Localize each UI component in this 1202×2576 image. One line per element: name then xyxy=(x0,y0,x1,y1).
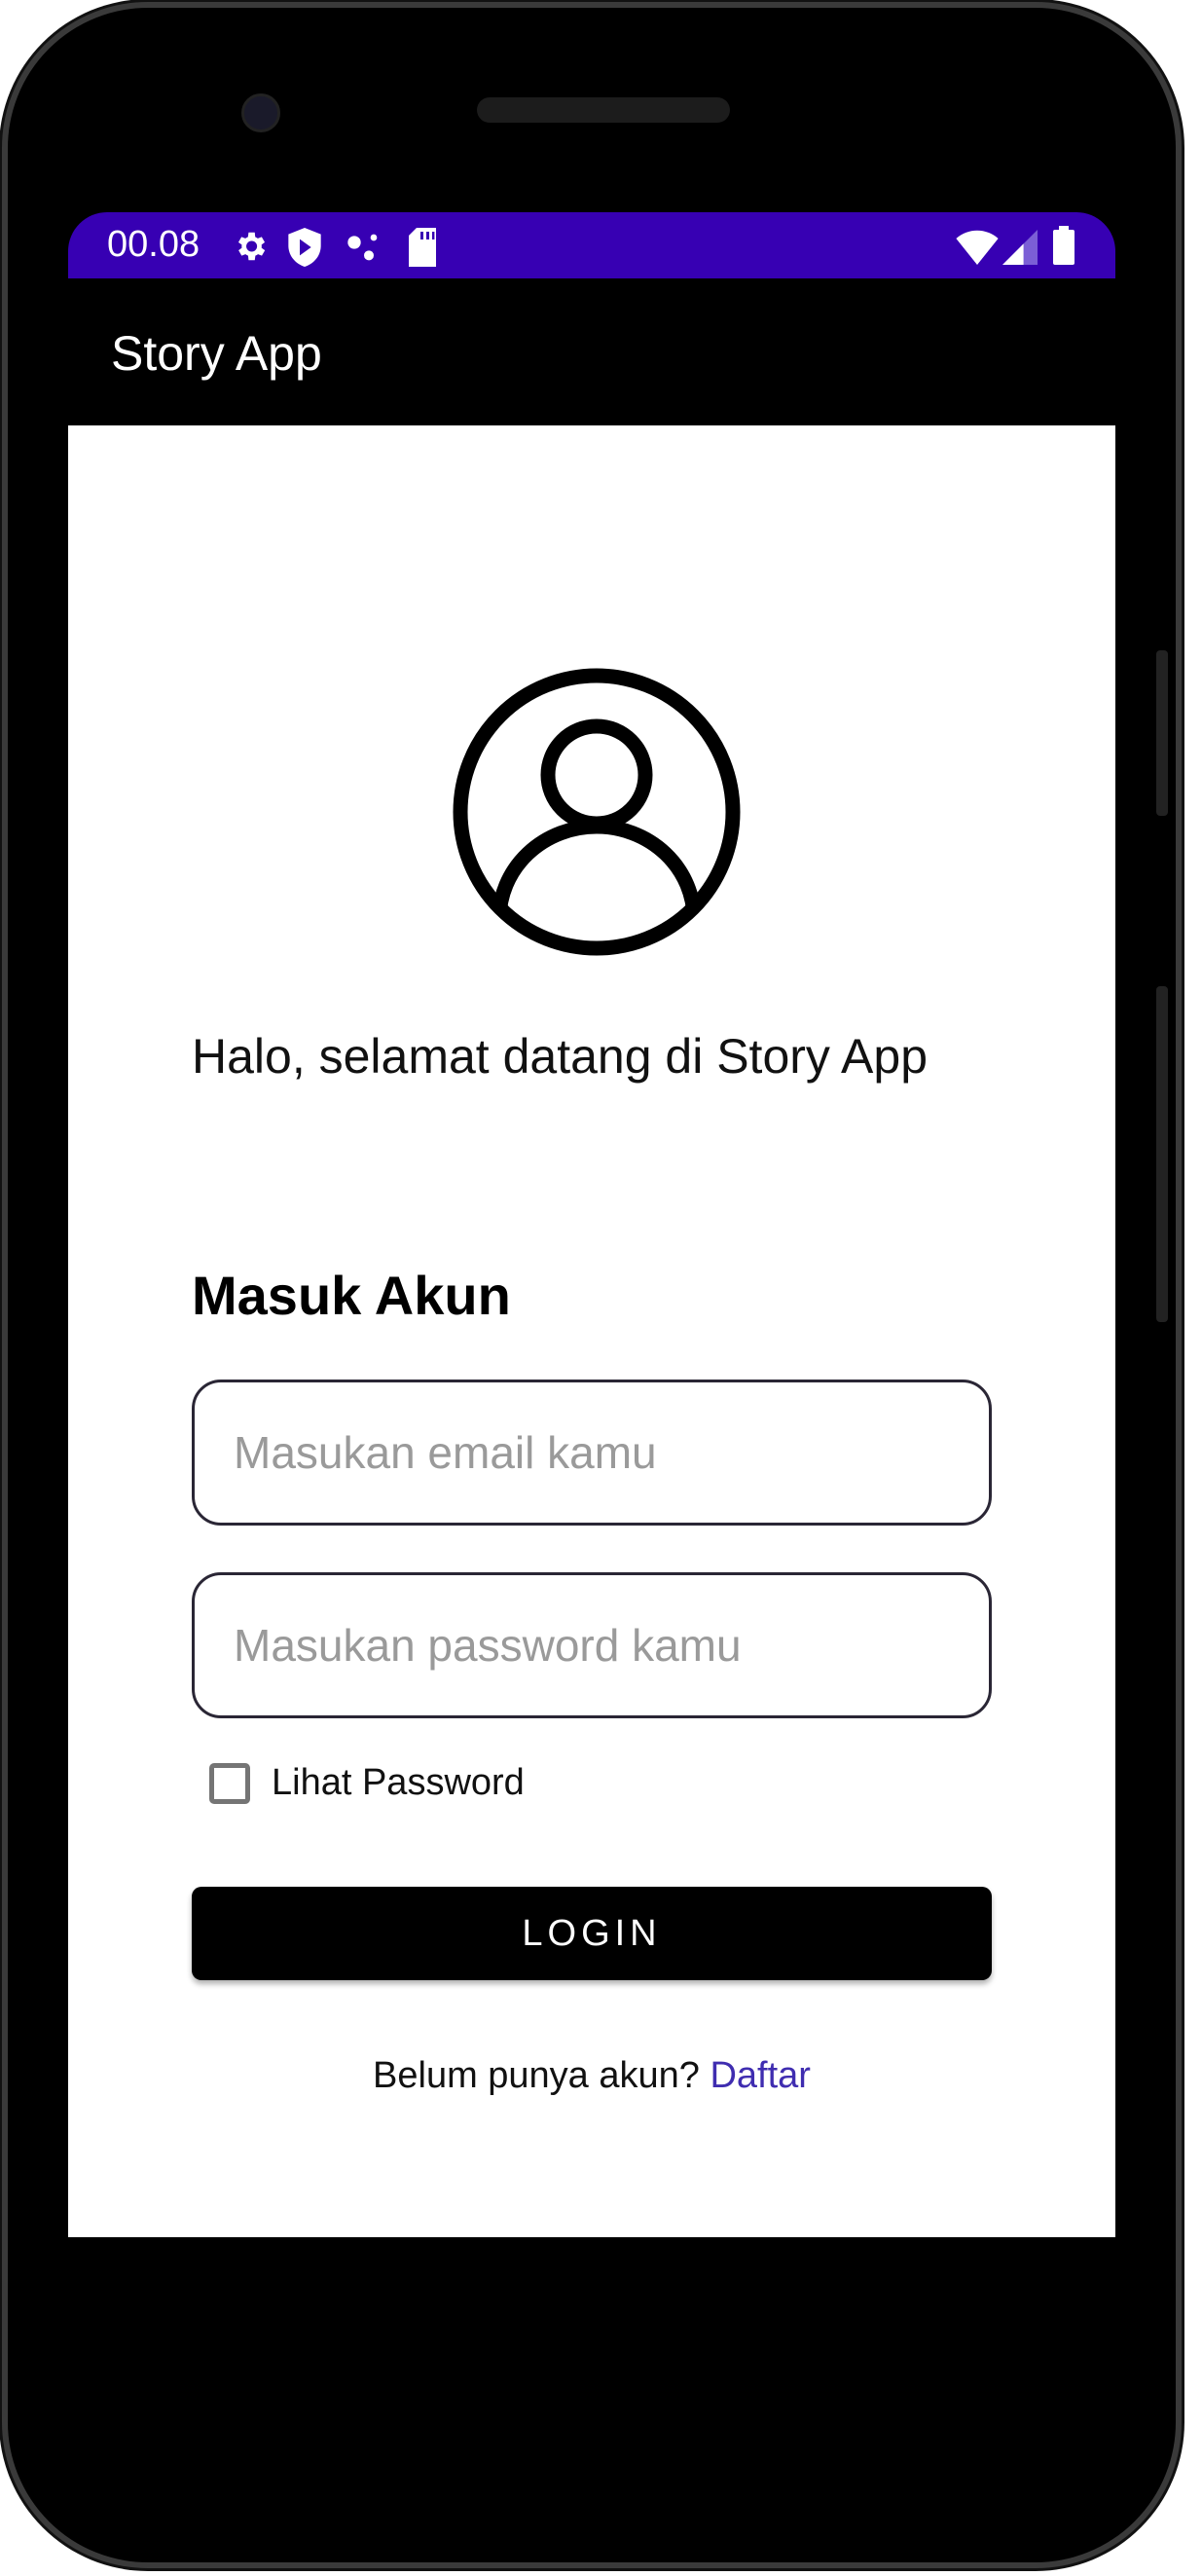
screen: 00.08 Story App Halo, selamat datang di … xyxy=(68,212,1115,2237)
status-time: 00.08 xyxy=(107,224,200,265)
email-field[interactable] xyxy=(192,1380,992,1526)
register-prompt: Belum punya akun? Daftar xyxy=(68,2055,1115,2097)
wifi-icon xyxy=(956,230,999,265)
cell-signal-icon xyxy=(1002,230,1038,265)
play-protect-icon xyxy=(288,228,321,267)
show-password-row[interactable]: Lihat Password xyxy=(209,1762,525,1804)
register-link[interactable]: Daftar xyxy=(710,2055,810,2096)
status-bar: 00.08 xyxy=(68,212,1115,278)
show-password-checkbox[interactable] xyxy=(209,1762,250,1804)
show-password-label: Lihat Password xyxy=(272,1762,525,1803)
volume-button xyxy=(1156,986,1168,1322)
login-heading: Masuk Akun xyxy=(192,1265,511,1326)
sd-card-icon xyxy=(409,228,436,267)
settings-icon xyxy=(237,232,266,261)
login-button[interactable]: LOGIN xyxy=(192,1887,992,1980)
register-prompt-text: Belum punya akun? xyxy=(373,2055,700,2096)
assistant-dots-icon xyxy=(347,234,378,261)
front-camera xyxy=(241,93,280,132)
password-field[interactable] xyxy=(192,1572,992,1718)
app-title: Story App xyxy=(111,326,322,381)
password-input[interactable] xyxy=(195,1575,989,1715)
welcome-text: Halo, selamat datang di Story App xyxy=(192,1029,929,1084)
email-input[interactable] xyxy=(195,1382,989,1523)
battery-icon xyxy=(1053,226,1075,265)
login-content: Halo, selamat datang di Story App Masuk … xyxy=(68,425,1115,2237)
app-bar: Story App xyxy=(68,278,1115,425)
speaker-grille xyxy=(477,97,730,123)
power-button xyxy=(1156,650,1168,816)
user-avatar-icon xyxy=(453,668,741,956)
